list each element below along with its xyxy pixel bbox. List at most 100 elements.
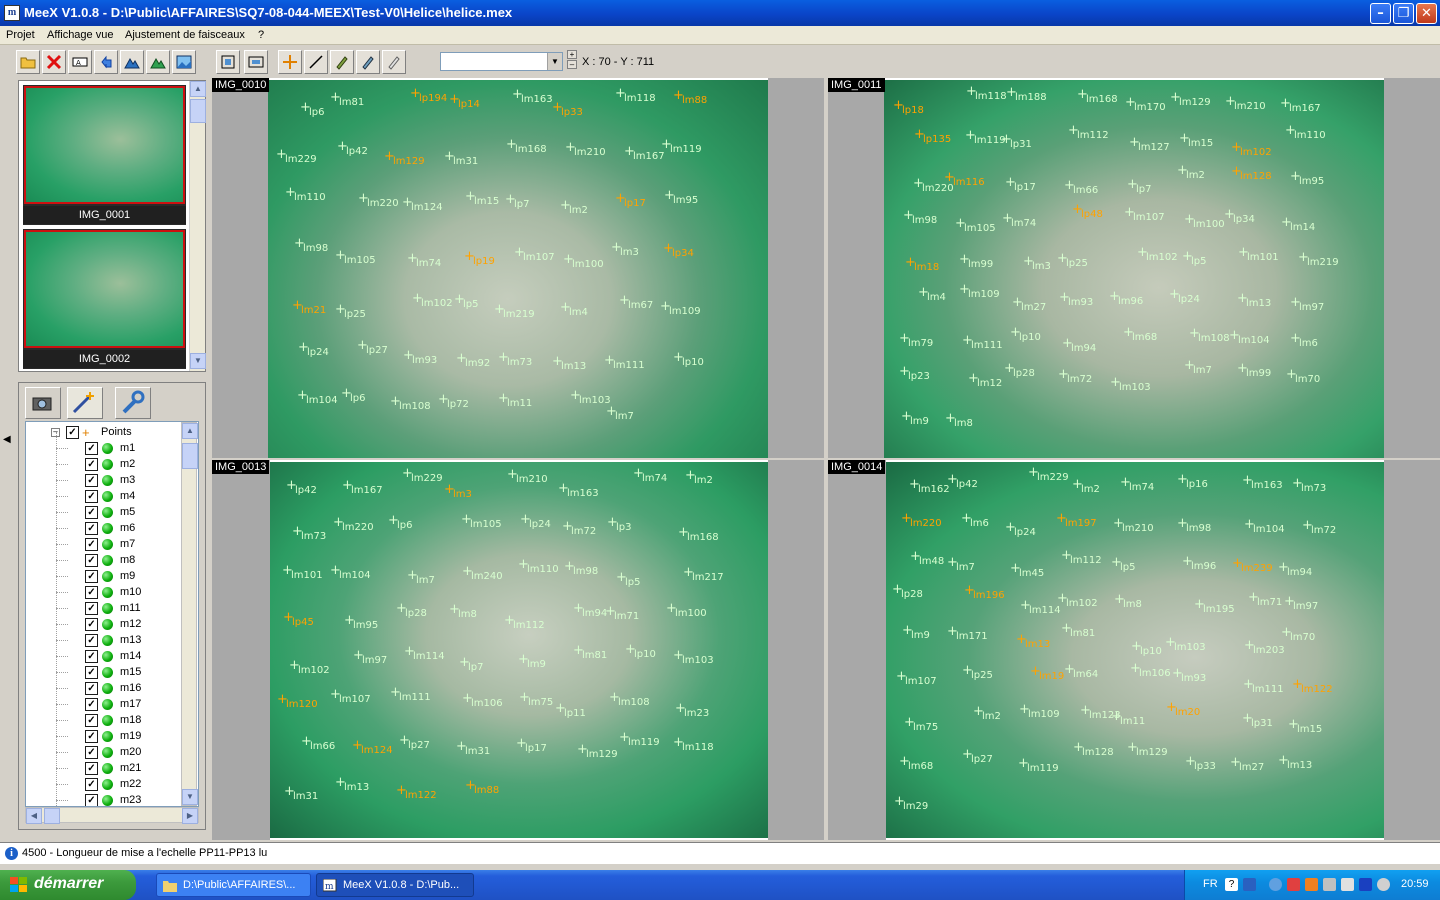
point-marker[interactable]: lm96 xyxy=(1182,554,1216,572)
point-checkbox[interactable]: ✓ xyxy=(85,618,98,631)
point-marker[interactable]: lm6 xyxy=(1290,331,1318,349)
point-checkbox[interactable]: ✓ xyxy=(85,586,98,599)
collapse-left-icon[interactable]: ◀ xyxy=(3,434,11,445)
zoom-view-button[interactable] xyxy=(244,50,268,74)
points-checkbox[interactable]: ✓ xyxy=(66,426,79,439)
point-marker[interactable]: lm15 xyxy=(465,189,499,207)
point-marker[interactable]: lm4 xyxy=(560,300,588,318)
point-marker[interactable]: lm75 xyxy=(904,715,938,733)
point-marker[interactable]: lm109 xyxy=(1019,702,1059,720)
point-marker[interactable]: lm98 xyxy=(564,559,598,577)
point-marker[interactable]: lm108 xyxy=(609,690,649,708)
tab-settings[interactable] xyxy=(115,387,151,419)
label-button[interactable]: A xyxy=(68,50,92,74)
point-marker[interactable]: lm195 xyxy=(1194,597,1234,615)
point-marker[interactable]: lm110 xyxy=(285,185,325,203)
fit-view-button[interactable] xyxy=(216,50,240,74)
undo-button[interactable] xyxy=(94,50,118,74)
draw-line-button[interactable] xyxy=(304,50,328,74)
point-marker[interactable]: lm96 xyxy=(1109,289,1143,307)
point-marker[interactable]: lp17 xyxy=(516,736,547,754)
point-checkbox[interactable]: ✓ xyxy=(85,666,98,679)
point-marker[interactable]: lp25 xyxy=(962,663,993,681)
point-checkbox[interactable]: ✓ xyxy=(85,746,98,759)
chevron-down-icon[interactable]: ▼ xyxy=(547,53,562,70)
point-marker[interactable]: lm93 xyxy=(1059,290,1093,308)
point-marker[interactable]: lp72 xyxy=(438,392,469,410)
point-checkbox[interactable]: ✓ xyxy=(85,698,98,711)
point-marker[interactable]: lp194 xyxy=(410,86,447,104)
point-marker[interactable]: lm104 xyxy=(1229,328,1269,346)
point-marker[interactable]: lm3 xyxy=(611,240,639,258)
spin-down-button[interactable]: – xyxy=(567,60,577,69)
point-marker[interactable]: lm3 xyxy=(1023,254,1051,272)
point-marker[interactable]: lm27 xyxy=(1012,295,1046,313)
point-marker[interactable]: lm20 xyxy=(1166,700,1200,718)
point-marker[interactable]: lp17 xyxy=(615,191,646,209)
point-marker[interactable]: lp18 xyxy=(893,98,924,116)
point-marker[interactable]: lm12 xyxy=(968,371,1002,389)
point-marker[interactable]: lm71 xyxy=(1248,590,1282,608)
point-checkbox[interactable]: ✓ xyxy=(85,490,98,503)
point-marker[interactable]: lm97 xyxy=(1284,594,1318,612)
tree-item-m1[interactable]: ✓ m1 xyxy=(26,440,182,456)
menu-projet[interactable]: Projet xyxy=(6,29,35,41)
point-marker[interactable]: lm122 xyxy=(396,783,436,801)
point-marker[interactable]: lm23 xyxy=(675,701,709,719)
point-marker[interactable]: lm217 xyxy=(683,565,723,583)
point-marker[interactable]: lp27 xyxy=(399,733,430,751)
point-marker[interactable]: lm162 xyxy=(909,477,949,495)
point-marker[interactable]: lm11 xyxy=(498,391,532,409)
point-marker[interactable]: lm15 xyxy=(1288,717,1322,735)
point-marker[interactable]: lp28 xyxy=(396,601,427,619)
point-marker[interactable]: lm31 xyxy=(284,784,318,802)
point-checkbox[interactable]: ✓ xyxy=(85,474,98,487)
point-marker[interactable]: lm239 xyxy=(1232,556,1272,574)
point-marker[interactable]: lm129 xyxy=(1127,740,1167,758)
point-marker[interactable]: lp11 xyxy=(555,701,586,719)
point-marker[interactable]: lp10 xyxy=(1131,639,1162,657)
point-marker[interactable]: lp7 xyxy=(505,192,529,210)
open-folder-button[interactable] xyxy=(16,50,40,74)
point-marker[interactable]: lm103 xyxy=(673,648,713,666)
point-marker[interactable]: lm108 xyxy=(390,394,430,412)
point-marker[interactable]: lp24 xyxy=(1169,287,1200,305)
point-marker[interactable]: lm31 xyxy=(444,149,478,167)
point-marker[interactable]: lm14 xyxy=(1281,215,1315,233)
point-marker[interactable]: lm219 xyxy=(494,302,534,320)
add-point-button[interactable] xyxy=(278,50,302,74)
point-marker[interactable]: lm129 xyxy=(1170,90,1210,108)
tree-item-m5[interactable]: ✓ m5 xyxy=(26,504,182,520)
point-marker[interactable]: lm8 xyxy=(945,411,973,429)
point-marker[interactable]: lp10 xyxy=(673,350,704,368)
point-marker[interactable]: lm112 xyxy=(1061,548,1101,566)
point-checkbox[interactable]: ✓ xyxy=(85,522,98,535)
point-marker[interactable]: lm2 xyxy=(560,198,588,216)
landscape-button[interactable] xyxy=(172,50,196,74)
point-marker[interactable]: lm81 xyxy=(1061,621,1095,639)
point-marker[interactable]: lm92 xyxy=(456,351,490,369)
point-marker[interactable]: lm29 xyxy=(894,794,928,812)
point-marker[interactable]: lm168 xyxy=(506,137,546,155)
point-marker[interactable]: lp24 xyxy=(298,340,329,358)
point-marker[interactable]: lm111 xyxy=(962,333,1002,351)
point-marker[interactable]: lp25 xyxy=(1057,251,1088,269)
point-marker[interactable]: lm220 xyxy=(358,191,398,209)
point-checkbox[interactable]: ✓ xyxy=(85,442,98,455)
point-marker[interactable]: lm109 xyxy=(959,282,999,300)
point-marker[interactable]: lm210 xyxy=(565,140,605,158)
point-marker[interactable]: lm73 xyxy=(292,524,326,542)
point-marker[interactable]: lp3 xyxy=(607,515,631,533)
point-marker[interactable]: lm229 xyxy=(1028,465,1068,483)
point-marker[interactable]: lp16 xyxy=(1177,472,1208,490)
close-button[interactable]: ✕ xyxy=(1416,3,1437,24)
point-marker[interactable]: lm167 xyxy=(342,478,382,496)
point-marker[interactable]: lp31 xyxy=(1242,711,1273,729)
point-marker[interactable]: lm94 xyxy=(1278,560,1312,578)
delete-button[interactable] xyxy=(42,50,66,74)
point-marker[interactable]: lm110 xyxy=(518,557,558,575)
image-viewport[interactable]: lp6 lm81 lp194lp14 lm163lp33 lm118 lm88 lm229 l… xyxy=(212,78,824,458)
point-marker[interactable]: lm119 xyxy=(619,730,659,748)
point-marker[interactable]: lm99 xyxy=(959,252,993,270)
update-icon[interactable] xyxy=(1305,878,1318,891)
